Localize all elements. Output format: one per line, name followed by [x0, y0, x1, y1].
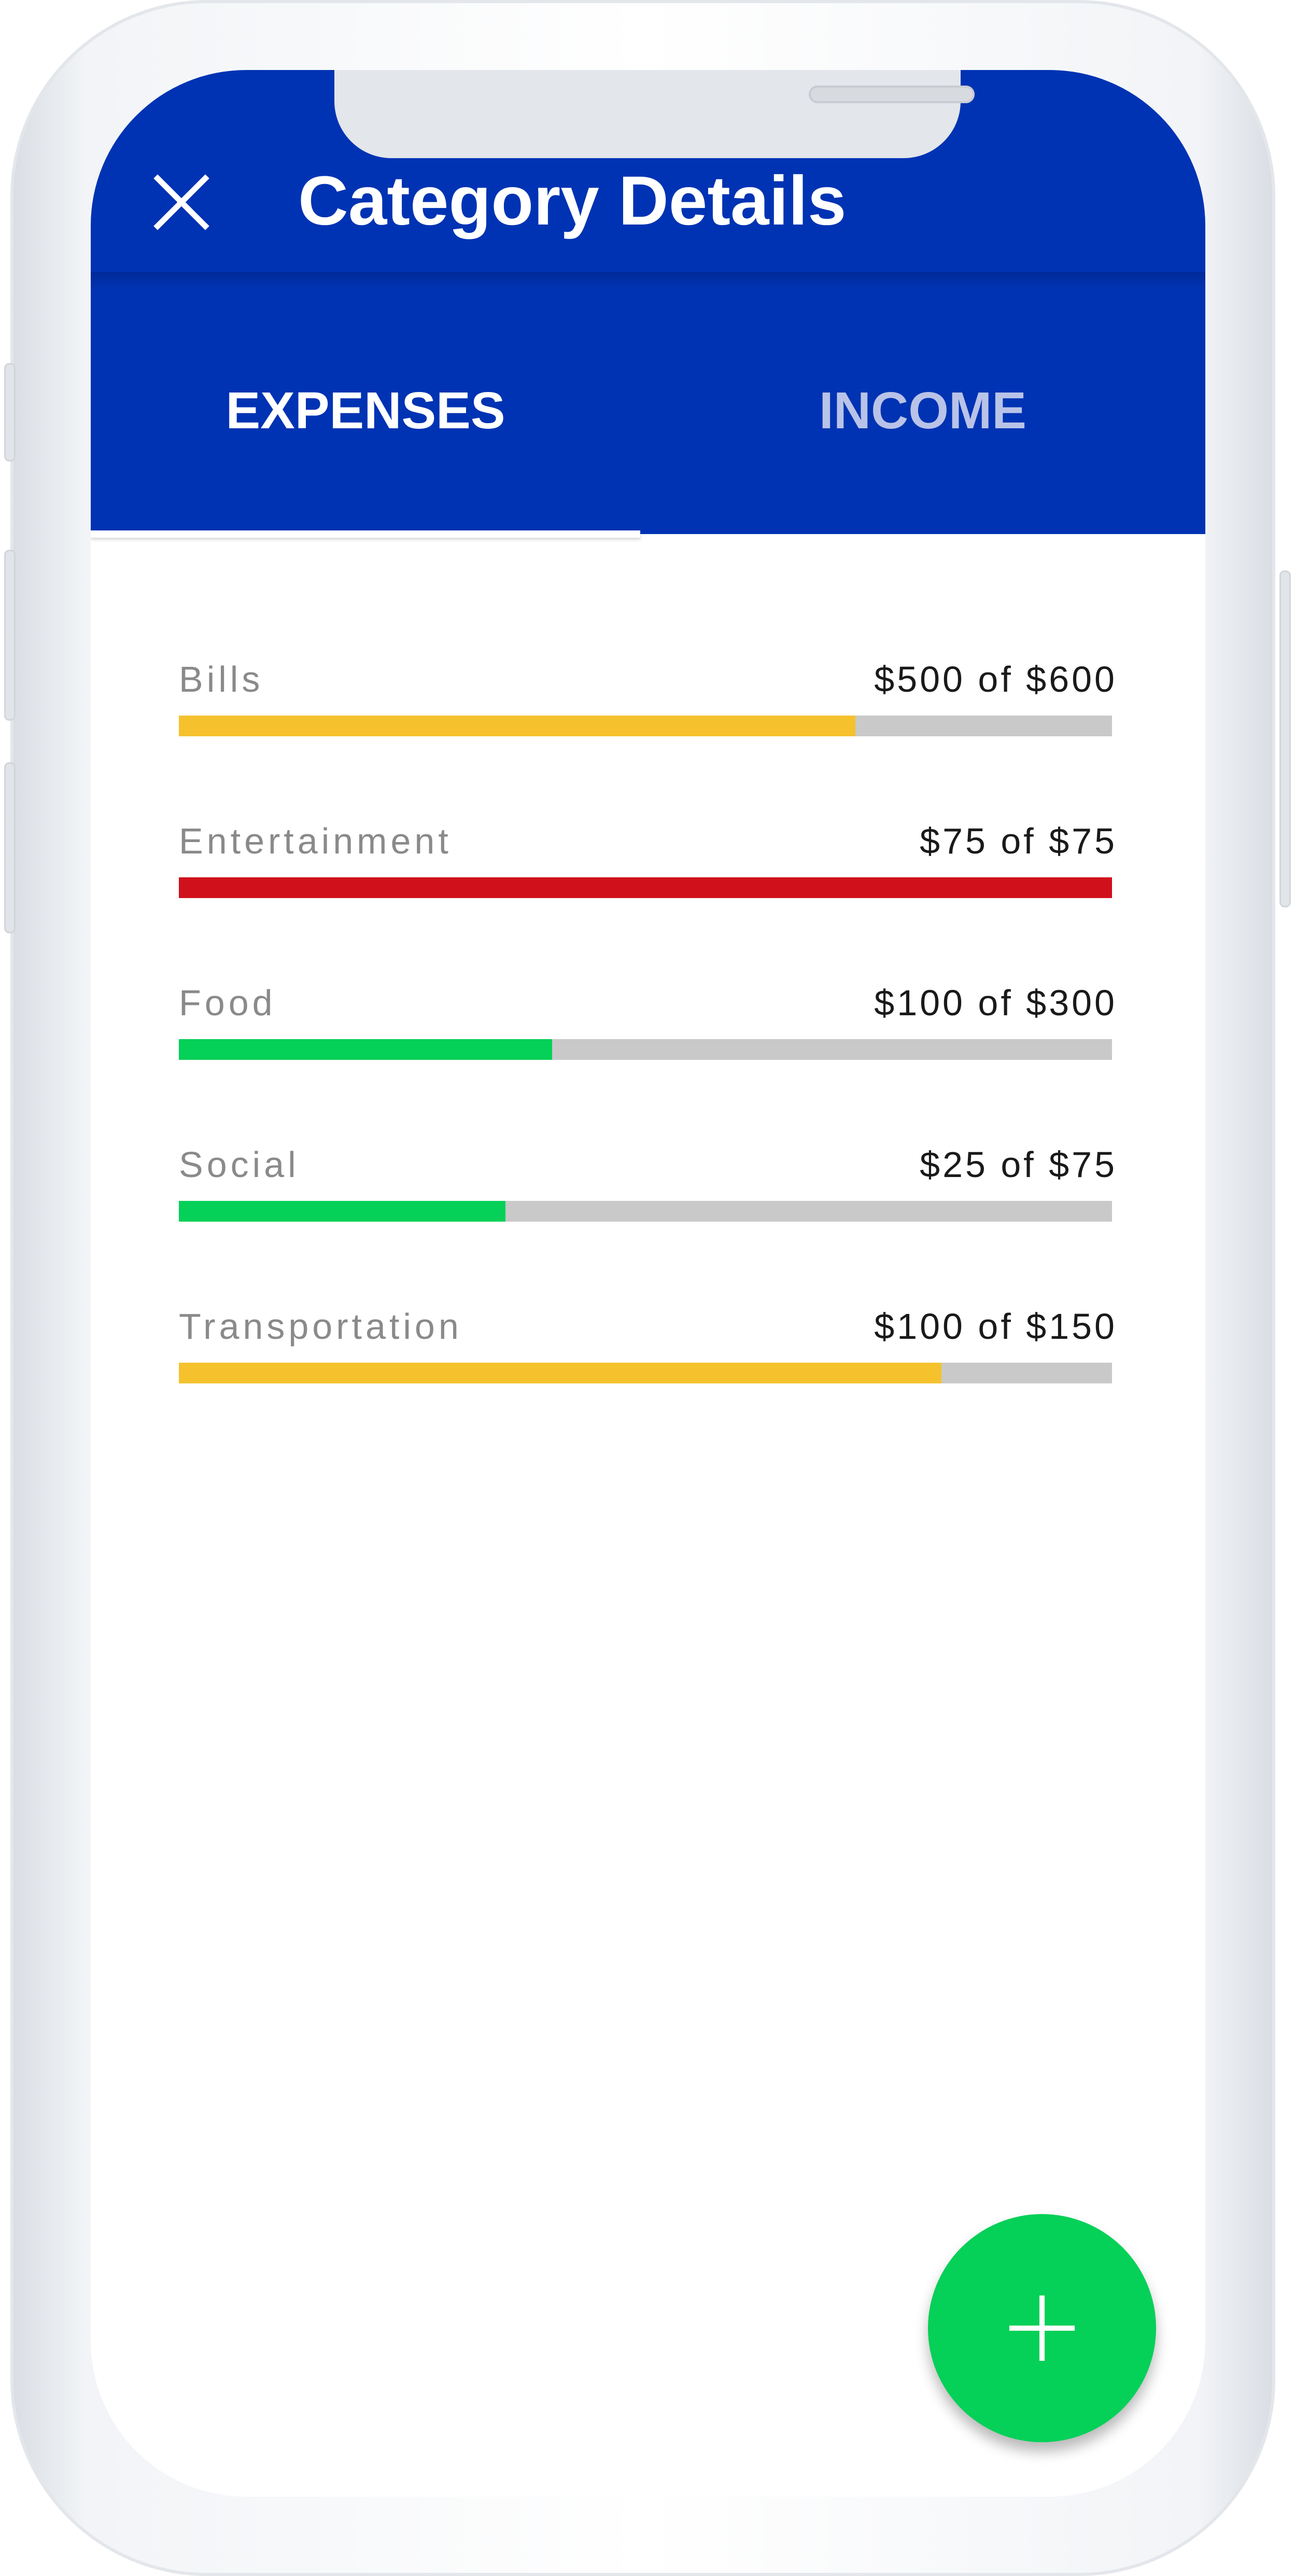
progress-fill — [179, 716, 855, 736]
category-amount: $25 of $75 — [920, 1144, 1117, 1185]
category-amount: $500 of $600 — [874, 659, 1117, 699]
category-amount: $75 of $75 — [920, 821, 1117, 861]
progress-fill — [179, 1201, 505, 1222]
progress-track — [179, 716, 1112, 736]
progress-track — [179, 1201, 1112, 1222]
volume-down-button — [4, 762, 16, 933]
category-row-social[interactable]: Social $25 of $75 — [179, 1144, 1115, 1227]
tab-bar: EXPENSES INCOME — [91, 288, 1205, 534]
progress-fill — [179, 877, 1112, 898]
tab-expenses[interactable]: EXPENSES — [91, 288, 640, 534]
progress-fill — [179, 1363, 941, 1383]
category-name: Food — [179, 983, 276, 1023]
power-button — [1279, 570, 1291, 907]
plus-icon — [1009, 2295, 1075, 2361]
close-icon — [153, 174, 209, 230]
category-name: Bills — [179, 659, 264, 699]
page-title: Category Details — [298, 162, 847, 240]
category-name: Transportation — [179, 1306, 462, 1347]
category-name: Social — [179, 1144, 300, 1185]
category-name: Entertainment — [179, 821, 452, 861]
category-row-food[interactable]: Food $100 of $300 — [179, 982, 1115, 1065]
mute-switch — [4, 363, 16, 461]
category-row-entertainment[interactable]: Entertainment $75 of $75 — [179, 820, 1115, 903]
app-screen: Category Details EXPENSES INCOME Bills $… — [91, 70, 1205, 2497]
active-tab-indicator — [91, 530, 640, 538]
progress-track — [179, 1039, 1112, 1060]
volume-up-button — [4, 550, 16, 721]
add-category-button[interactable] — [928, 2214, 1156, 2442]
device-notch — [334, 70, 975, 158]
category-row-transportation[interactable]: Transportation $100 of $150 — [179, 1306, 1115, 1389]
progress-track — [179, 1363, 1112, 1383]
progress-track — [179, 877, 1112, 898]
speaker-grille — [809, 86, 975, 103]
progress-fill — [179, 1039, 552, 1060]
category-amount: $100 of $150 — [874, 1306, 1117, 1347]
app-bar-shadow — [91, 272, 1205, 289]
category-amount: $100 of $300 — [874, 983, 1117, 1023]
tab-income[interactable]: INCOME — [640, 288, 1205, 534]
category-row-bills[interactable]: Bills $500 of $600 — [179, 659, 1115, 741]
close-button[interactable] — [150, 171, 213, 233]
